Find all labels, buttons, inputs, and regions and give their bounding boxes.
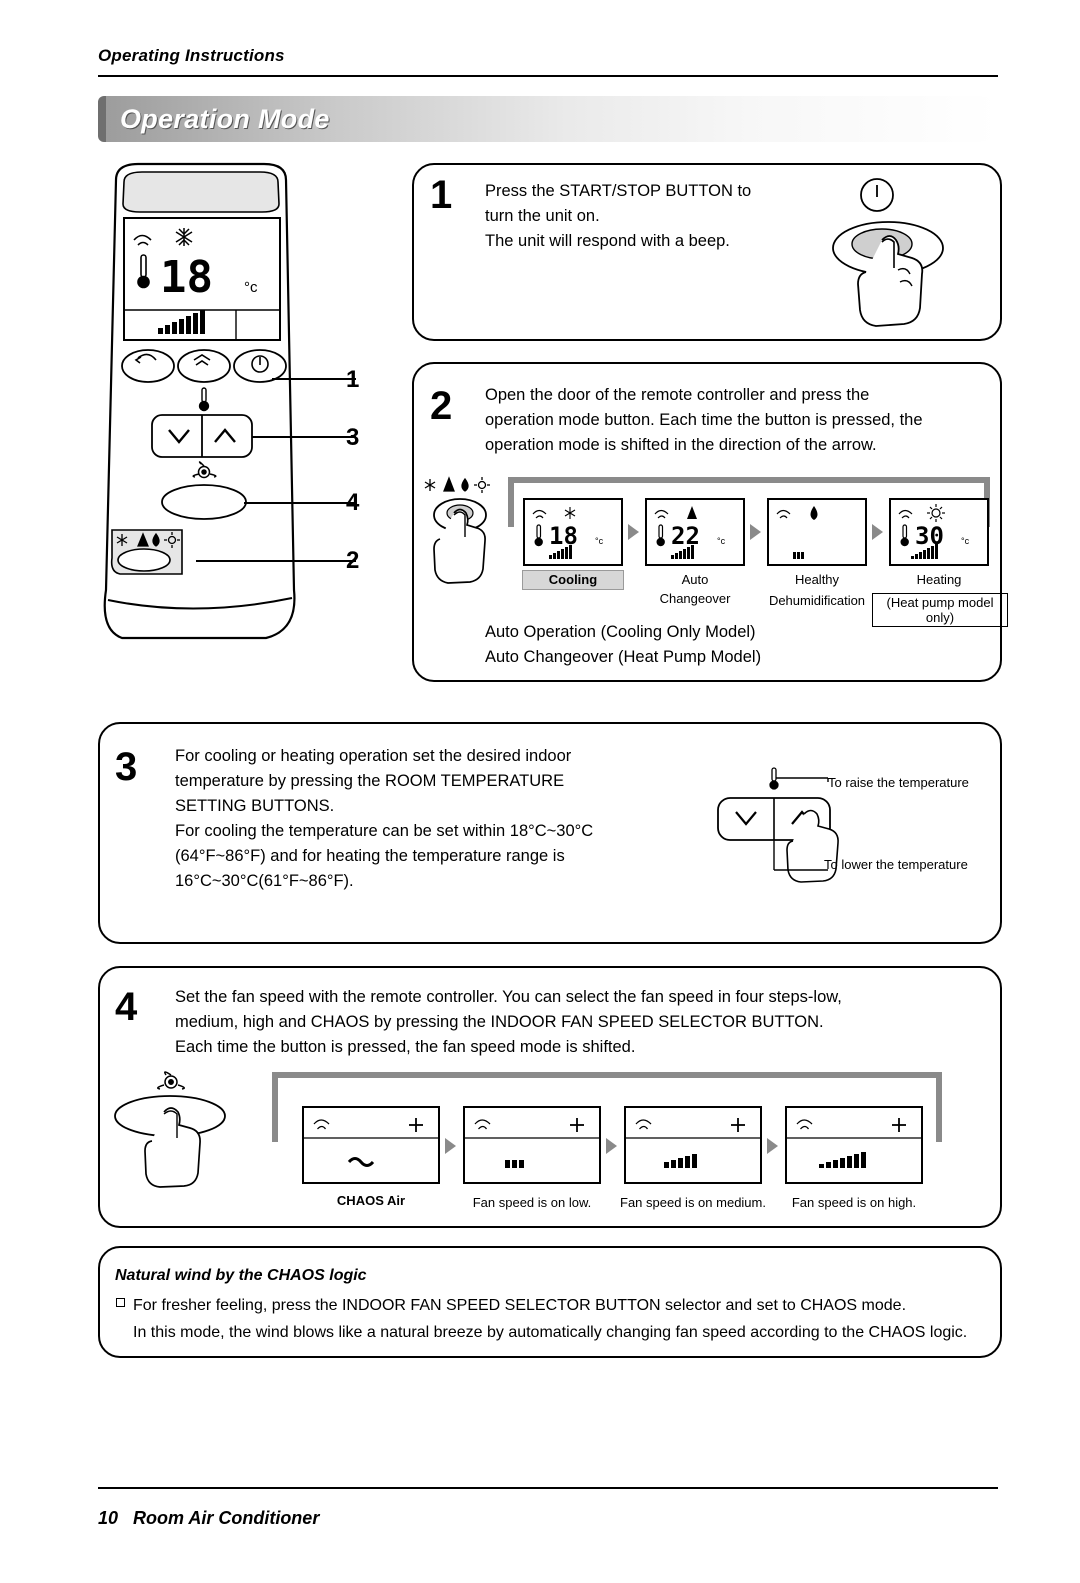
step-1-line-1: Press the START/STOP BUTTON to [485,182,752,200]
mode-flow-frame-left [508,477,514,527]
fan-caption-2: Fan speed is on low. [472,1195,592,1210]
fan-panel-1 [302,1106,440,1184]
svg-text:30: 30 [915,522,944,550]
mode-arrow-1 [628,524,639,540]
step-4-line-3: Each time the button is pressed, the fan… [175,1038,636,1056]
chaos-second-line: In this mode, the wind blows like a natu… [133,1324,968,1341]
footer-rule [98,1487,998,1489]
fan-caption-3: Fan speed is on medium. [620,1195,766,1210]
step-3-line-6: 16°C~30°C(61°F~86°F). [175,872,354,890]
mode-caption-4b: (Heat pump model only) [872,593,1008,627]
callout-line-2 [196,560,356,562]
step-4-line-1: Set the fan speed with the remote contro… [175,988,842,1006]
chaos-title: Natural wind by the CHAOS logic [115,1267,367,1284]
running-head: Operating Instructions [98,46,285,65]
svg-text:°c: °c [717,536,726,546]
step-3-line-1: For cooling or heating operation set the… [175,747,572,765]
step-4-line-2: medium, high and CHAOS by pressing the I… [175,1013,824,1031]
page-root: Operating Instructions Operation Mode 18… [0,0,1080,1583]
step-4-number: 4 [115,985,138,1029]
fan-panel-3 [624,1106,762,1184]
mode-caption-2b: Changeover [659,591,731,606]
callout-num-2: 2 [346,547,360,574]
fan-flow-frame-top [272,1072,942,1078]
step-3-line-3: SETTING BUTTONS. [175,797,335,815]
step-1-number: 1 [430,173,453,217]
svg-text:°c: °c [961,536,970,546]
callout-num-3: 3 [346,424,360,451]
fan-panel-4 [785,1106,923,1184]
callout-line-3 [252,436,356,438]
callout-num-1: 1 [346,366,360,393]
step-2-line-3: operation mode is shifted in the directi… [485,436,877,454]
step-2-footnote-2: Auto Changeover (Heat Pump Model) [485,648,762,666]
mode-caption-3a: Healthy [794,572,840,587]
fan-flow-frame-left [272,1072,278,1142]
mode-arrow-2 [750,524,761,540]
mode-flow-frame-top [508,477,990,483]
fan-panel-2 [463,1106,601,1184]
mode-caption-3b: Dehumidification [768,593,866,608]
chaos-bullet-icon [116,1298,125,1307]
svg-text:18: 18 [549,522,578,550]
step-3-callout-raise: To raise the temperature [828,775,969,790]
step-4-fan-button-illustration [108,1068,268,1213]
callout-num-4: 4 [346,489,360,516]
step-2-footnote-1: Auto Operation (Cooling Only Model) [485,623,756,641]
page-title: Operation Mode [120,104,330,134]
step-3-line-2: temperature by pressing the ROOM TEMPERA… [175,772,565,790]
fan-caption-4: Fan speed is on high. [791,1195,917,1210]
remote-controller-illustration: 18 °c [86,160,396,650]
step-2-number: 2 [430,384,453,428]
svg-text:22: 22 [671,522,700,550]
mode-panel-1: 18 °c [523,498,623,566]
mode-panel-3 [767,498,867,566]
fan-arrow-3 [767,1138,778,1154]
mode-arrow-3 [872,524,883,540]
fan-arrow-1 [445,1138,456,1154]
mode-caption-2a: Auto [681,572,709,587]
step-2-line-1: Open the door of the remote controller a… [485,386,870,404]
footer-page-number: 10 [98,1508,119,1528]
step-1-line-2: turn the unit on. [485,207,600,225]
chaos-bullet-line: For fresher feeling, press the INDOOR FA… [133,1297,907,1314]
mode-panel-4: 30 °c [889,498,989,566]
callout-line-1 [272,378,356,380]
step-3-callout-lower: To lower the temperature [824,857,968,872]
mode-caption-1: Cooling [548,572,598,587]
step-3-number: 3 [115,745,138,789]
callout-line-4 [244,502,356,504]
step-3-line-4: For cooling the temperature can be set w… [175,822,594,840]
step-1-line-3: The unit will respond with a beep. [485,232,730,250]
fan-caption-1: CHAOS Air [336,1193,406,1208]
step-2-hand-illustration [418,473,518,618]
step-3-line-5: (64°F~86°F) and for heating the temperat… [175,847,565,865]
svg-text:18: 18 [160,252,213,303]
fan-flow-frame-right [936,1072,942,1142]
svg-text:°c: °c [244,279,258,296]
step-1-hand-illustration [830,170,990,340]
mode-panel-2: 22 °c [645,498,745,566]
step-2-line-2: operation mode button. Each time the but… [485,411,923,429]
svg-text:°c: °c [595,536,604,546]
header-rule [98,75,998,77]
fan-arrow-2 [606,1138,617,1154]
mode-caption-4a: Heating [916,572,962,587]
footer-product-name: Room Air Conditioner [133,1508,320,1528]
